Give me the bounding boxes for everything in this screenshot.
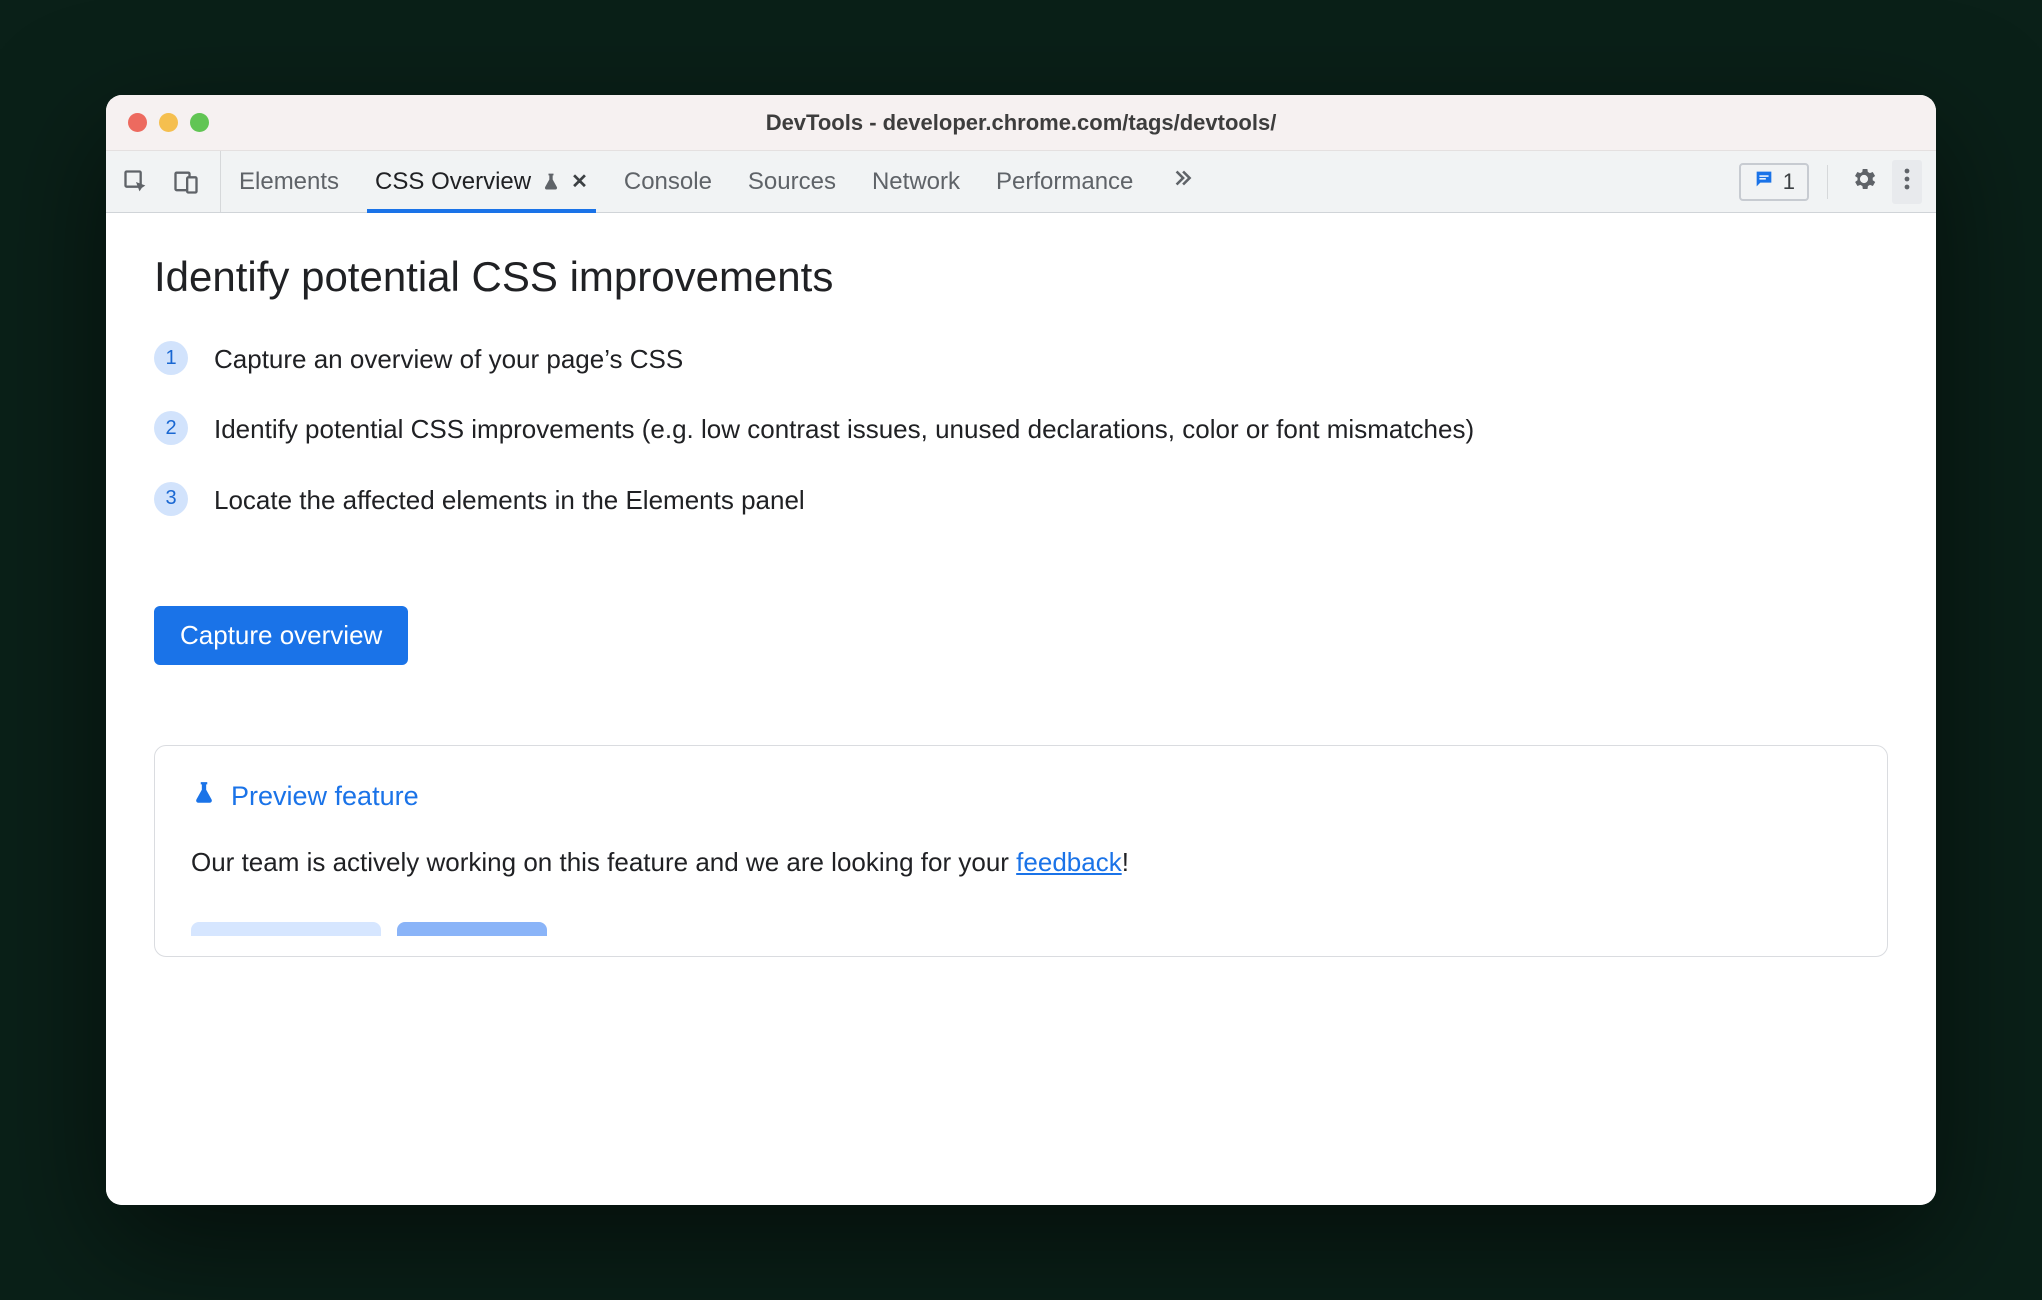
close-window-button[interactable] [128,113,147,132]
step-text: Locate the affected elements in the Elem… [214,480,805,520]
panel-content: Identify potential CSS improvements 1 Ca… [106,213,1936,1205]
minimize-window-button[interactable] [159,113,178,132]
step-number: 2 [154,411,188,445]
inspect-element-icon[interactable] [120,166,152,198]
preview-title-text: Preview feature [231,781,419,812]
step-item: 1 Capture an overview of your page’s CSS [154,339,1888,379]
chevron-double-right-icon [1169,165,1195,198]
step-item: 3 Locate the affected elements in the El… [154,480,1888,520]
flask-icon [191,780,217,813]
step-number: 1 [154,341,188,375]
gear-icon [1850,165,1878,198]
step-item: 2 Identify potential CSS improvements (e… [154,409,1888,449]
experiment-flask-icon [541,172,561,192]
settings-button[interactable] [1846,160,1882,204]
preview-feature-card: Preview feature Our team is actively wor… [154,745,1888,957]
window-controls [128,113,209,132]
thumbnail[interactable] [191,922,381,936]
steps-list: 1 Capture an overview of your page’s CSS… [154,339,1888,520]
issues-count: 1 [1783,169,1795,195]
thumbnail-strip [191,922,1851,936]
panel-tabs: Elements CSS Overview ✕ Console Sources … [239,151,1739,212]
issues-badge[interactable]: 1 [1739,163,1809,201]
feedback-link[interactable]: feedback [1016,847,1122,877]
zoom-window-button[interactable] [190,113,209,132]
page-heading: Identify potential CSS improvements [154,253,1888,301]
more-options-button[interactable] [1892,160,1922,204]
tab-sources[interactable]: Sources [748,151,836,212]
titlebar: DevTools - developer.chrome.com/tags/dev… [106,95,1936,151]
tab-css-overview[interactable]: CSS Overview ✕ [375,151,588,212]
preview-body: Our team is actively working on this fea… [191,843,1851,882]
preview-title: Preview feature [191,780,1851,813]
thumbnail[interactable] [397,922,547,936]
devtools-toolbar: Elements CSS Overview ✕ Console Sources … [106,151,1936,213]
step-number: 3 [154,482,188,516]
toolbar-right: 1 [1739,151,1922,212]
device-toolbar-icon[interactable] [170,166,202,198]
tab-console[interactable]: Console [624,151,712,212]
devtools-window: DevTools - developer.chrome.com/tags/dev… [106,95,1936,1205]
more-tabs-button[interactable] [1169,151,1195,212]
tab-elements[interactable]: Elements [239,151,339,212]
tab-network[interactable]: Network [872,151,960,212]
window-title: DevTools - developer.chrome.com/tags/dev… [106,110,1936,136]
chat-icon [1753,168,1775,196]
close-tab-icon[interactable]: ✕ [571,169,588,194]
step-text: Capture an overview of your page’s CSS [214,339,683,379]
divider [1827,165,1828,199]
capture-overview-button[interactable]: Capture overview [154,606,408,665]
toolbar-left [120,151,221,212]
step-text: Identify potential CSS improvements (e.g… [214,409,1474,449]
tab-performance[interactable]: Performance [996,151,1133,212]
kebab-icon [1904,167,1910,196]
